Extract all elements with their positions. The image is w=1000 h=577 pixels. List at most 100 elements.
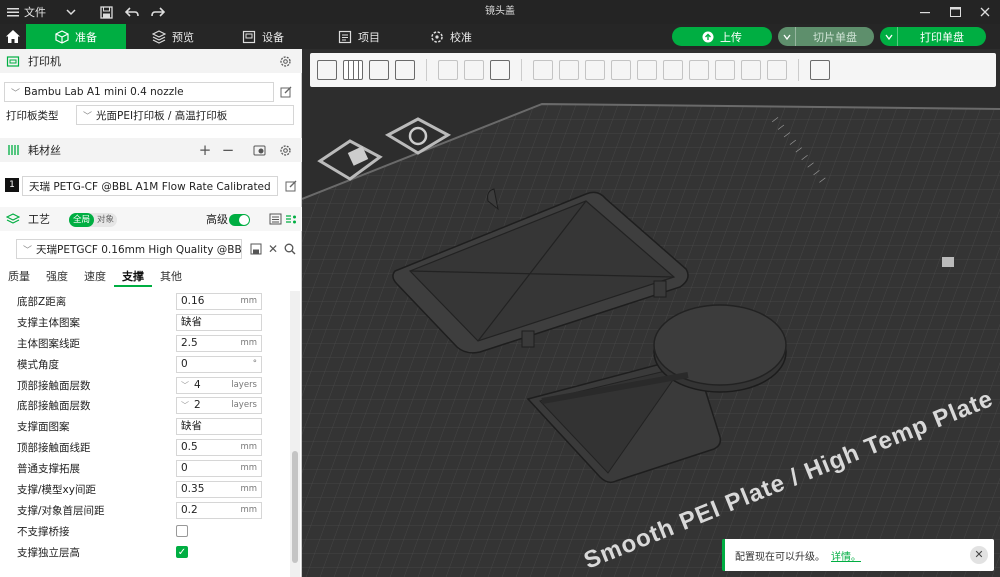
- close-icon[interactable]: ✕: [970, 546, 988, 564]
- color-paint-icon[interactable]: [712, 57, 738, 83]
- process-preset-select[interactable]: ﹀ 天瑞PETGCF 0.16mm High Quality @BB...: [16, 239, 242, 259]
- filament-slot-badge[interactable]: 1: [5, 178, 19, 192]
- subtab-others[interactable]: 其他: [152, 267, 190, 287]
- save-preset-icon[interactable]: [249, 242, 263, 256]
- printer-section-header: 打印机: [0, 49, 302, 73]
- param-value-select[interactable]: 缺省: [176, 313, 262, 331]
- rotate-icon[interactable]: [556, 57, 582, 83]
- param-row: 普通支撑拓展 0 mm: [0, 458, 290, 479]
- undo-icon[interactable]: [119, 0, 145, 24]
- param-unit: mm: [240, 504, 257, 515]
- upload-label: 上传: [720, 30, 742, 44]
- subtab-strength[interactable]: 强度: [38, 267, 76, 287]
- close-window-icon[interactable]: [970, 0, 1000, 24]
- scope-object[interactable]: 对象: [94, 213, 117, 227]
- redo-icon[interactable]: [145, 0, 171, 24]
- filament-settings-gear-icon[interactable]: [278, 143, 292, 157]
- plate-type-select[interactable]: ﹀ 光面PEI打印板 / 高温打印板: [76, 105, 294, 125]
- edit-filament-icon[interactable]: [284, 179, 298, 193]
- auto-orient-icon[interactable]: [366, 57, 392, 83]
- delete-preset-icon[interactable]: ✕: [266, 242, 280, 256]
- param-value-combo[interactable]: ﹀ 2 layers: [176, 397, 262, 415]
- subtab-quality[interactable]: 质量: [0, 267, 38, 287]
- tab-label: 设备: [262, 30, 284, 44]
- add-plate-icon[interactable]: [340, 57, 366, 83]
- tab-preview[interactable]: 预览: [138, 24, 208, 49]
- tab-label: 项目: [358, 30, 380, 44]
- remove-filament-icon[interactable]: −: [221, 141, 235, 159]
- param-value: 缺省: [181, 420, 202, 433]
- chevron-down-icon[interactable]: ﹀: [181, 401, 189, 410]
- subtab-support[interactable]: 支撑: [114, 267, 152, 287]
- process-section-title: 工艺: [28, 213, 50, 226]
- compare-icon[interactable]: [284, 212, 298, 226]
- cut-icon[interactable]: [634, 57, 660, 83]
- 3d-viewport[interactable]: Smooth PEI Plate / High Temp Plate | | |…: [302, 49, 1000, 577]
- scale-icon[interactable]: [582, 57, 608, 83]
- param-scrollbar[interactable]: [290, 291, 300, 577]
- support-paint-icon[interactable]: [660, 57, 686, 83]
- slice-plate-button[interactable]: 切片单盘: [778, 27, 874, 46]
- file-menu-button[interactable]: 文件: [0, 0, 52, 24]
- print-plate-button[interactable]: 打印单盘: [880, 27, 986, 46]
- add-object-icon[interactable]: [314, 57, 340, 83]
- param-value-combo[interactable]: ﹀ 4 layers: [176, 376, 262, 394]
- tab-project[interactable]: 项目: [324, 24, 394, 49]
- text-tool-icon[interactable]: [686, 57, 712, 83]
- param-value-input[interactable]: 0 mm: [176, 460, 262, 478]
- sync-filament-icon[interactable]: [252, 143, 266, 157]
- param-value-input[interactable]: 0 °: [176, 355, 262, 373]
- process-list-icon[interactable]: [268, 212, 282, 226]
- param-value-select[interactable]: 缺省: [176, 418, 262, 436]
- param-value-input[interactable]: 2.5 mm: [176, 334, 262, 352]
- add-filament-icon[interactable]: +: [198, 141, 212, 159]
- copy-icon[interactable]: [435, 57, 461, 83]
- param-label: 支撑/对象首层间距: [17, 504, 105, 517]
- subtab-speed[interactable]: 速度: [76, 267, 114, 287]
- measure-icon[interactable]: [738, 57, 764, 83]
- param-value-input[interactable]: 0.16 mm: [176, 292, 262, 310]
- param-value-input[interactable]: 0.5 mm: [176, 439, 262, 457]
- chevron-down-icon[interactable]: [880, 27, 898, 46]
- tab-calibration[interactable]: 校准: [416, 24, 486, 49]
- advanced-toggle[interactable]: [229, 214, 250, 226]
- chevron-down-icon[interactable]: [778, 27, 796, 46]
- printer-settings-gear-icon[interactable]: [278, 54, 292, 68]
- param-row: 不支撑桥接: [0, 521, 290, 542]
- search-icon[interactable]: [283, 242, 297, 256]
- title-bar: 文件 镜头盖: [0, 0, 1000, 24]
- notification-details-link[interactable]: 详情。: [831, 548, 861, 563]
- assembly-icon[interactable]: [764, 57, 790, 83]
- param-unit: mm: [240, 442, 257, 453]
- edit-printer-icon[interactable]: [279, 85, 293, 99]
- tab-prepare[interactable]: 准备: [26, 24, 126, 49]
- file-menu-chevron-icon[interactable]: [60, 0, 82, 24]
- variable-layer-height-icon[interactable]: [807, 57, 833, 83]
- printer-select[interactable]: ﹀ Bambu Lab A1 mini 0.4 nozzle: [4, 82, 274, 102]
- param-checkbox[interactable]: [176, 525, 188, 538]
- chevron-down-icon[interactable]: ﹀: [181, 381, 189, 390]
- param-value-input[interactable]: 0.35 mm: [176, 480, 262, 498]
- scope-global[interactable]: 全局: [69, 213, 94, 227]
- minimize-icon[interactable]: [910, 0, 940, 24]
- lay-on-face-icon[interactable]: [608, 57, 634, 83]
- arrange-icon[interactable]: [392, 57, 418, 83]
- maximize-icon[interactable]: [940, 0, 970, 24]
- process-scope-toggle[interactable]: 全局 对象: [69, 213, 117, 227]
- chevron-down-icon: ﹀: [11, 88, 21, 99]
- filament-select[interactable]: 天瑞 PETG-CF @BBL A1M Flow Rate Calibrated: [22, 176, 278, 196]
- save-icon[interactable]: [94, 0, 119, 24]
- toolbar-divider: [426, 59, 427, 81]
- tab-device[interactable]: 设备: [228, 24, 298, 49]
- upload-button[interactable]: 上传: [672, 27, 772, 46]
- param-value-input[interactable]: 0.2 mm: [176, 501, 262, 519]
- layer-list-icon[interactable]: [487, 57, 513, 83]
- paste-icon[interactable]: [461, 57, 487, 83]
- move-icon[interactable]: [530, 57, 556, 83]
- param-value: 0.16: [181, 294, 205, 307]
- home-icon[interactable]: [0, 24, 26, 49]
- param-checkbox[interactable]: ✓: [176, 546, 188, 559]
- scrollbar-thumb[interactable]: [292, 451, 298, 563]
- param-value: 4: [194, 378, 201, 391]
- process-layers-icon: [6, 212, 22, 226]
